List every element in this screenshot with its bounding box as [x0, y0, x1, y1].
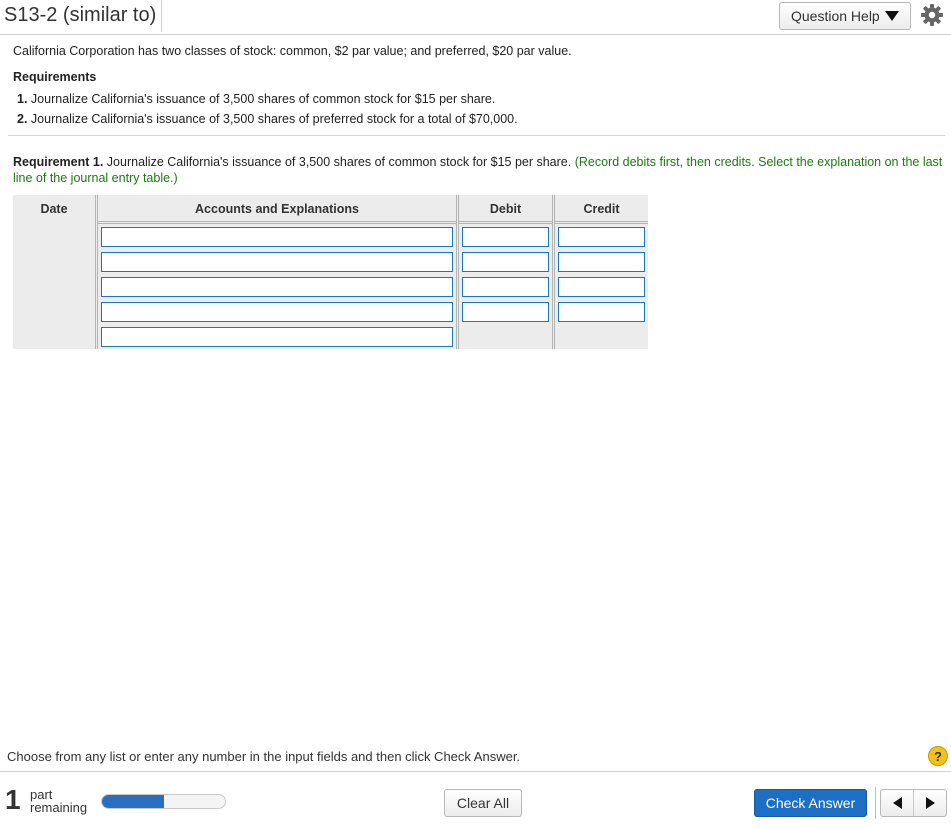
parts-remaining-label: part remaining [30, 788, 87, 814]
question-help-button[interactable]: Question Help [779, 2, 911, 30]
requirements-title: Requirements [13, 70, 97, 84]
column-divider [456, 195, 459, 349]
footer-divider [0, 771, 951, 772]
journal-entry-table: Date Accounts and Explanations Debit Cre… [13, 195, 648, 349]
credit-input[interactable] [558, 252, 645, 272]
debit-column-header: Debit [489, 202, 522, 216]
account-input[interactable] [101, 302, 453, 322]
debit-input[interactable] [462, 277, 549, 297]
requirements-list: 1. Journalize California's issuance of 3… [17, 89, 518, 129]
footer-instruction: Choose from any list or enter any number… [7, 749, 521, 764]
gear-icon[interactable] [920, 3, 944, 27]
explanation-input[interactable] [101, 327, 453, 347]
column-divider [95, 195, 98, 349]
progress-bar [101, 794, 226, 809]
instruction-label: Requirement 1. [13, 155, 104, 169]
nav-separator [875, 787, 876, 819]
credit-input[interactable] [558, 302, 645, 322]
requirement-number: 2. [17, 112, 28, 126]
section-divider [8, 135, 945, 136]
instruction-text: Journalize California's issuance of 3,50… [106, 155, 572, 169]
next-button[interactable] [914, 790, 947, 816]
header-row-divider [98, 221, 648, 224]
column-divider [552, 195, 555, 349]
progress-fill [102, 795, 164, 808]
requirement-item: 2. Journalize California's issuance of 3… [17, 109, 518, 129]
previous-button[interactable] [881, 790, 914, 816]
check-answer-button[interactable]: Check Answer [754, 789, 867, 817]
header-bar: S13-2 (similar to) Question Help [0, 0, 951, 35]
requirement-item: 1. Journalize California's issuance of 3… [17, 89, 518, 109]
date-column-header: Date [40, 202, 68, 216]
requirement-instruction: Requirement 1. Journalize California's i… [13, 154, 943, 186]
parts-remaining-count: 1 [5, 784, 21, 815]
help-icon[interactable]: ? [928, 746, 948, 766]
question-nav [880, 789, 947, 817]
credit-column-header: Credit [583, 202, 620, 216]
arrow-right-icon [926, 797, 935, 809]
dropdown-arrow-icon [884, 11, 899, 21]
account-input[interactable] [101, 252, 453, 272]
credit-input[interactable] [558, 277, 645, 297]
title-container: S13-2 (similar to) [0, 0, 163, 32]
accounts-column-header: Accounts and Explanations [195, 202, 359, 216]
arrow-left-icon [892, 797, 902, 809]
debit-input[interactable] [462, 227, 549, 247]
debit-input[interactable] [462, 302, 549, 322]
question-help-label: Question Help [791, 8, 880, 24]
parts-label-line: remaining [30, 800, 88, 815]
requirement-text: Journalize California's issuance of 3,50… [30, 92, 496, 106]
clear-all-button[interactable]: Clear All [444, 789, 522, 817]
debit-input[interactable] [462, 252, 549, 272]
problem-statement: California Corporation has two classes o… [13, 44, 572, 58]
account-input[interactable] [101, 277, 453, 297]
account-input[interactable] [101, 227, 453, 247]
question-title: S13-2 (similar to) [4, 4, 157, 26]
credit-input[interactable] [558, 227, 645, 247]
requirement-number: 1. [17, 92, 28, 106]
requirement-text: Journalize California's issuance of 3,50… [30, 112, 518, 126]
